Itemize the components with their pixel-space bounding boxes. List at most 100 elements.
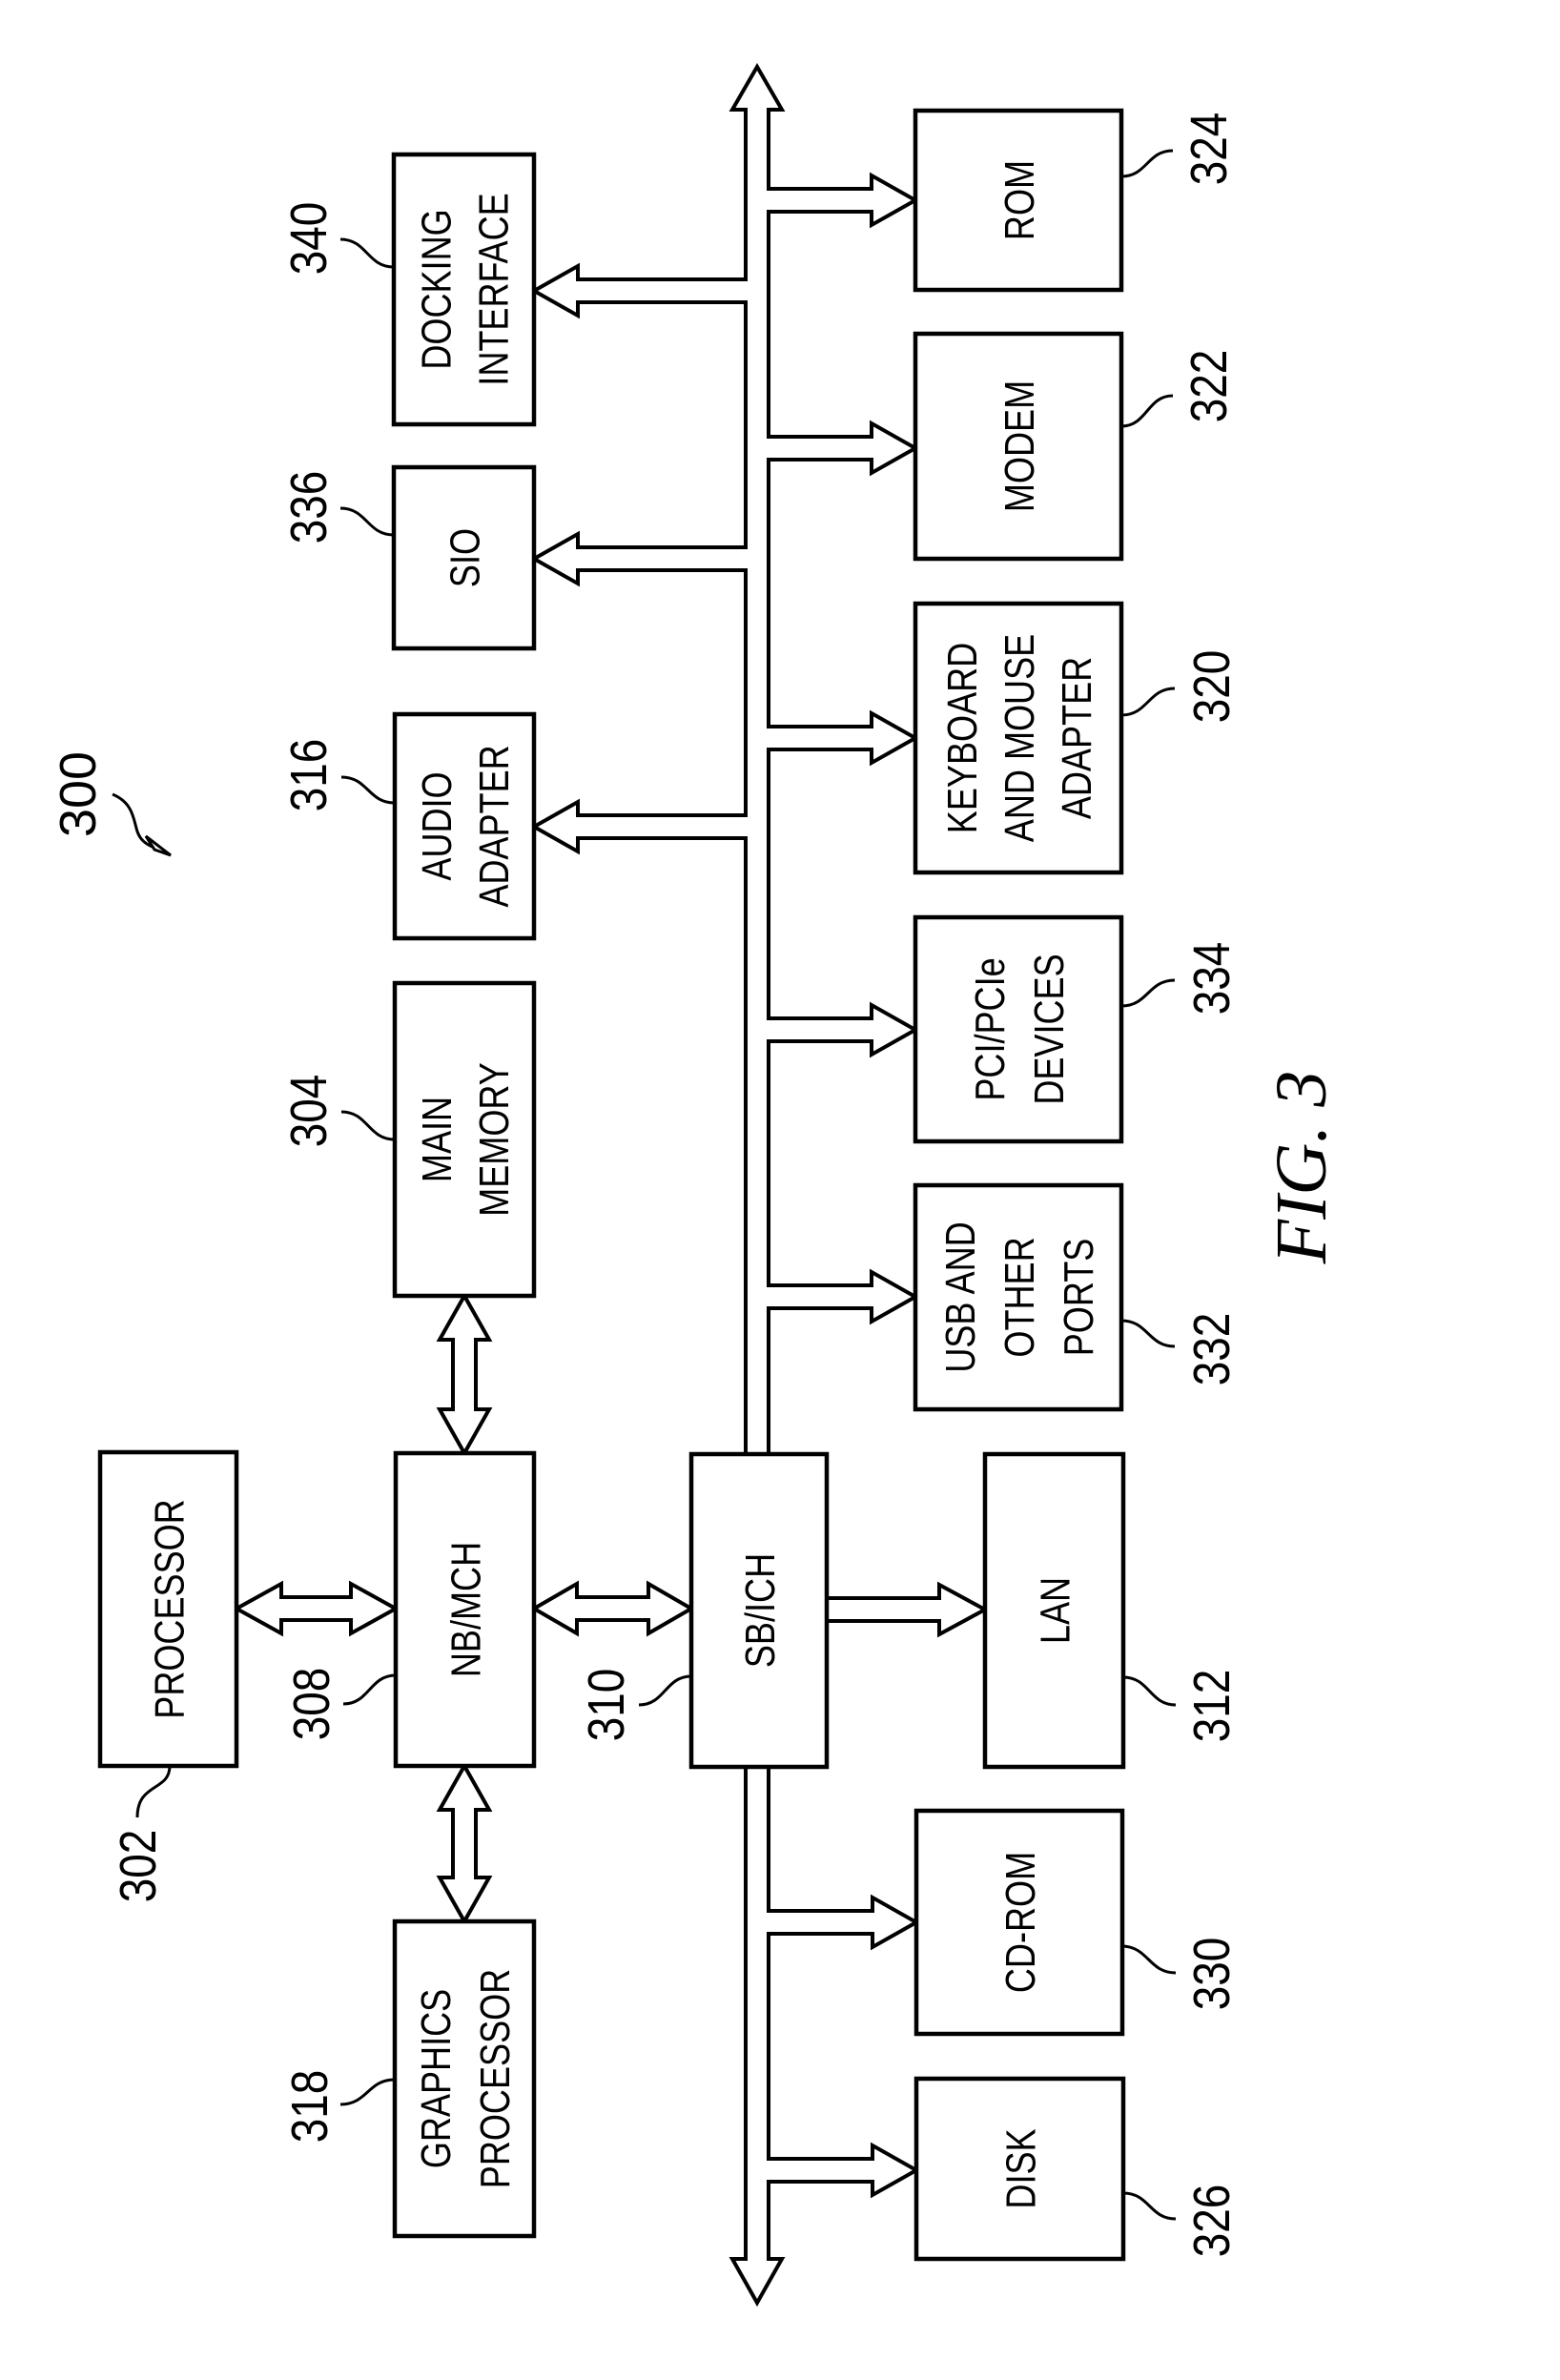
ref-sb-ich: 310 <box>578 1669 692 1742</box>
disk-leader-line <box>1122 2191 1177 2221</box>
docking-leader-line <box>339 237 395 269</box>
usb-leader-line <box>1120 1319 1176 1348</box>
modem-leader-line <box>1120 394 1174 428</box>
ref-main-memory: 304 <box>280 1075 396 1148</box>
lan-leader-line <box>1122 1675 1177 1707</box>
docking-label-line: INTERFACE <box>470 193 517 385</box>
docking-ref-number: 340 <box>280 202 338 276</box>
usb-ref-number: 332 <box>1183 1313 1241 1386</box>
component-disk: DISK <box>913 2076 1126 2262</box>
usb-label-line: PORTS <box>1056 1239 1102 1357</box>
system-ref-label: 300 <box>50 751 107 837</box>
ref-disk: 326 <box>1122 2185 1241 2258</box>
sio-label-line: SIO <box>441 528 488 587</box>
disk-label-line: DISK <box>997 2128 1044 2208</box>
cdrom-leader-line <box>1120 1944 1177 1975</box>
sb-ich-leader-line <box>638 1674 692 1707</box>
component-modem: MODEM <box>913 331 1124 562</box>
ref-docking: 340 <box>280 202 395 276</box>
component-pci: PCI/PCIe DEVICES <box>913 914 1124 1144</box>
processor-label-line: PROCESSOR <box>146 1499 193 1718</box>
sb-ich-label-line: SB/ICH <box>737 1553 784 1668</box>
main-memory-label-line: MEMORY <box>471 1062 518 1217</box>
component-cdrom: CD-ROM <box>913 1808 1125 2037</box>
lan-ref-number: 312 <box>1183 1670 1241 1743</box>
sb-lan-link <box>825 1581 990 1638</box>
component-sb-ich: SB/ICH <box>688 1451 830 1770</box>
ref-usb: 332 <box>1120 1313 1241 1386</box>
component-audio: AUDIO ADAPTER <box>392 711 537 941</box>
system-bus-upper <box>529 63 920 1456</box>
component-nb-mch: NB/MCH <box>393 1450 537 1769</box>
audio-label-line: AUDIO <box>414 771 461 880</box>
keyboard-ref-number: 320 <box>1183 650 1241 724</box>
pci-label-line: DEVICES <box>1026 954 1073 1104</box>
cdrom-label-line: CD-ROM <box>997 1852 1044 1993</box>
audio-ref-number: 316 <box>280 739 338 812</box>
sio-ref-number: 336 <box>280 471 338 544</box>
ref-sio: 336 <box>280 471 395 544</box>
ref-rom: 324 <box>1120 113 1238 186</box>
modem-label-line: MODEM <box>996 380 1043 512</box>
figure-caption: FIG. 3 <box>1262 1071 1342 1265</box>
graphics-label-line: GRAPHICS <box>413 1989 460 2168</box>
modem-ref-number: 322 <box>1180 350 1238 423</box>
pci-ref-number: 334 <box>1183 942 1241 1016</box>
pci-label-line: PCI/PCIe <box>967 957 1014 1100</box>
audio-leader-line <box>340 775 396 805</box>
lan-label-line: LAN <box>1032 1577 1078 1644</box>
usb-label-line: USB AND <box>937 1221 984 1372</box>
component-lan: LAN <box>982 1451 1126 1770</box>
sb-ich-ref-number: 310 <box>578 1669 635 1742</box>
rom-leader-line <box>1120 149 1174 178</box>
component-processor: PROCESSOR <box>97 1449 239 1769</box>
ref-nb-mch: 308 <box>283 1668 397 1741</box>
nb-graphics-link <box>436 1761 493 1926</box>
ref-graphics: 318 <box>281 2070 396 2144</box>
nb-mch-label-line: NB/MCH <box>442 1542 489 1677</box>
component-docking: DOCKING INTERFACE <box>391 152 537 427</box>
docking-label-line: DOCKING <box>413 209 460 369</box>
ref-lan: 312 <box>1122 1670 1241 1743</box>
component-usb: USB AND OTHER PORTS <box>913 1182 1124 1412</box>
usb-label-line: OTHER <box>996 1237 1043 1357</box>
pci-leader-line <box>1120 978 1176 1008</box>
keyboard-label-line: AND MOUSE <box>996 634 1043 842</box>
disk-ref-number: 326 <box>1183 2185 1241 2258</box>
component-keyboard: KEYBOARD AND MOUSE ADAPTER <box>913 601 1124 875</box>
rom-label-line: ROM <box>996 160 1043 240</box>
main-memory-leader-line <box>340 1110 396 1141</box>
ref-cdrom: 330 <box>1120 1938 1241 2011</box>
memory-nb-link <box>436 1291 493 1458</box>
sio-leader-line <box>339 506 395 537</box>
system-ref-300: 300 <box>50 751 172 857</box>
nb-mch-ref-number: 308 <box>283 1668 340 1741</box>
main-memory-label-line: MAIN <box>414 1097 461 1182</box>
keyboard-label-line: KEYBOARD <box>939 643 986 833</box>
main-memory-ref-number: 304 <box>280 1075 338 1148</box>
component-graphics: GRAPHICS PROCESSOR <box>392 1918 537 2239</box>
component-rom: ROM <box>913 108 1124 293</box>
audio-label-line: ADAPTER <box>471 745 518 907</box>
pci-box <box>913 914 1124 1144</box>
keyboard-label-line: ADAPTER <box>1054 657 1100 819</box>
component-main-memory: MAIN MEMORY <box>392 980 537 1299</box>
ref-processor: 302 <box>110 1765 172 1903</box>
cdrom-ref-number: 330 <box>1183 1938 1241 2011</box>
processor-ref-number: 302 <box>110 1830 167 1903</box>
graphics-label-line: PROCESSOR <box>472 1969 519 2188</box>
nb-sb-link <box>530 1580 695 1637</box>
graphics-leader-line <box>339 2078 396 2106</box>
ref-modem: 322 <box>1120 350 1238 428</box>
keyboard-leader-line <box>1120 687 1176 717</box>
processor-nb-link <box>232 1580 400 1637</box>
component-sio: SIO <box>391 464 537 651</box>
processor-leader-line <box>135 1765 172 1818</box>
graphics-ref-number: 318 <box>281 2070 339 2144</box>
rom-ref-number: 324 <box>1180 113 1238 186</box>
system-bus-lower <box>729 1765 921 2308</box>
ref-pci: 334 <box>1120 942 1241 1016</box>
ref-keyboard: 320 <box>1120 650 1241 724</box>
ref-audio: 316 <box>280 739 396 812</box>
nb-mch-leader-line <box>342 1673 397 1706</box>
